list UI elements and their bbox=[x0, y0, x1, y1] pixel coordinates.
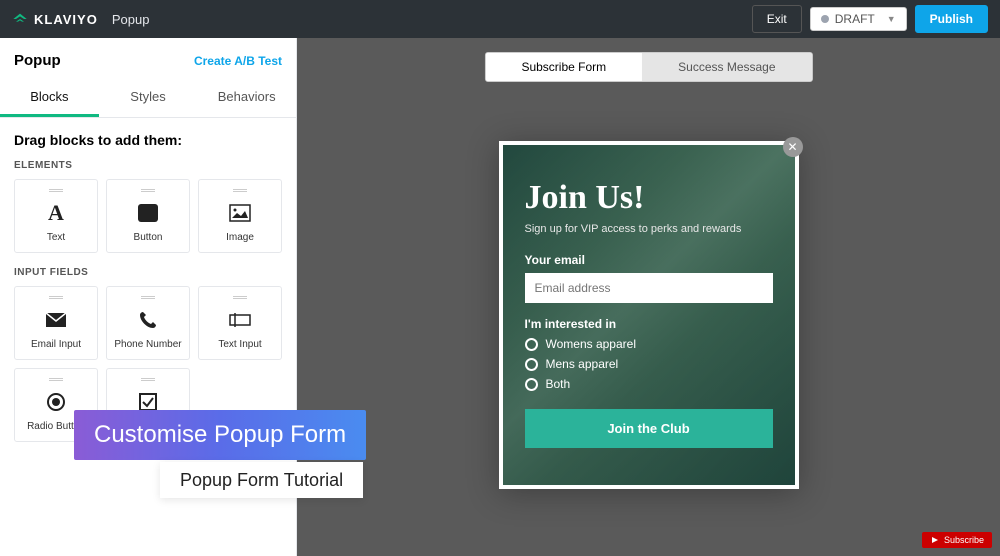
klaviyo-logo-icon bbox=[12, 11, 28, 27]
radio-option[interactable]: Mens apparel bbox=[525, 357, 773, 371]
block-text-input[interactable]: Text Input bbox=[198, 286, 282, 360]
popup-preview[interactable]: ✕ Join Us! Sign up for VIP access to per… bbox=[499, 141, 799, 489]
youtube-icon bbox=[930, 536, 940, 544]
tutorial-banner: Customise Popup Form bbox=[74, 410, 366, 460]
email-icon bbox=[45, 309, 67, 331]
drag-hint: Drag blocks to add them: bbox=[14, 132, 282, 148]
radio-option[interactable]: Womens apparel bbox=[525, 337, 773, 351]
chevron-down-icon: ▼ bbox=[887, 14, 896, 24]
page-title: Popup bbox=[112, 12, 150, 27]
interest-label: I'm interested in bbox=[525, 317, 773, 331]
canvas: Subscribe Form Success Message ✕ Join Us… bbox=[297, 38, 1000, 556]
text-input-icon bbox=[229, 309, 251, 331]
top-bar: KLAVIYO Popup Exit DRAFT ▼ Publish bbox=[0, 0, 1000, 38]
tab-behaviors[interactable]: Behaviors bbox=[197, 79, 296, 117]
email-label: Your email bbox=[525, 253, 773, 267]
step-subscribe-form[interactable]: Subscribe Form bbox=[485, 53, 642, 81]
status-dot-icon bbox=[821, 15, 829, 23]
exit-button[interactable]: Exit bbox=[752, 5, 802, 33]
section-elements-label: ELEMENTS bbox=[14, 160, 282, 171]
radio-option[interactable]: Both bbox=[525, 377, 773, 391]
close-icon[interactable]: ✕ bbox=[783, 137, 803, 157]
email-field[interactable] bbox=[525, 273, 773, 303]
publish-button[interactable]: Publish bbox=[915, 5, 988, 33]
brand-name: KLAVIYO bbox=[34, 12, 98, 27]
create-ab-test-link[interactable]: Create A/B Test bbox=[194, 54, 282, 68]
popup-subheading: Sign up for VIP access to perks and rewa… bbox=[525, 223, 773, 235]
youtube-subscribe-button[interactable]: Subscribe bbox=[922, 532, 992, 548]
sidebar-tabs: Blocks Styles Behaviors bbox=[0, 79, 296, 118]
brand-logo: KLAVIYO bbox=[12, 11, 98, 27]
text-icon: A bbox=[48, 202, 64, 224]
block-button[interactable]: Button bbox=[106, 179, 190, 253]
phone-icon bbox=[139, 309, 157, 331]
block-phone-input[interactable]: Phone Number bbox=[106, 286, 190, 360]
tab-styles[interactable]: Styles bbox=[99, 79, 198, 117]
sidebar-title: Popup bbox=[14, 52, 61, 69]
block-email-input[interactable]: Email Input bbox=[14, 286, 98, 360]
button-icon bbox=[138, 202, 158, 224]
status-dropdown[interactable]: DRAFT ▼ bbox=[810, 7, 907, 31]
popup-heading: Join Us! bbox=[525, 179, 773, 217]
join-club-button[interactable]: Join the Club bbox=[525, 409, 773, 448]
block-image[interactable]: Image bbox=[198, 179, 282, 253]
step-success-message[interactable]: Success Message bbox=[642, 53, 811, 81]
section-inputs-label: INPUT FIELDS bbox=[14, 267, 282, 278]
status-label: DRAFT bbox=[835, 12, 875, 26]
block-text[interactable]: AText bbox=[14, 179, 98, 253]
image-icon bbox=[229, 202, 251, 224]
tutorial-subtitle: Popup Form Tutorial bbox=[160, 462, 363, 498]
form-step-tabs: Subscribe Form Success Message bbox=[484, 52, 812, 82]
tab-blocks[interactable]: Blocks bbox=[0, 79, 99, 117]
radio-icon bbox=[46, 391, 66, 413]
